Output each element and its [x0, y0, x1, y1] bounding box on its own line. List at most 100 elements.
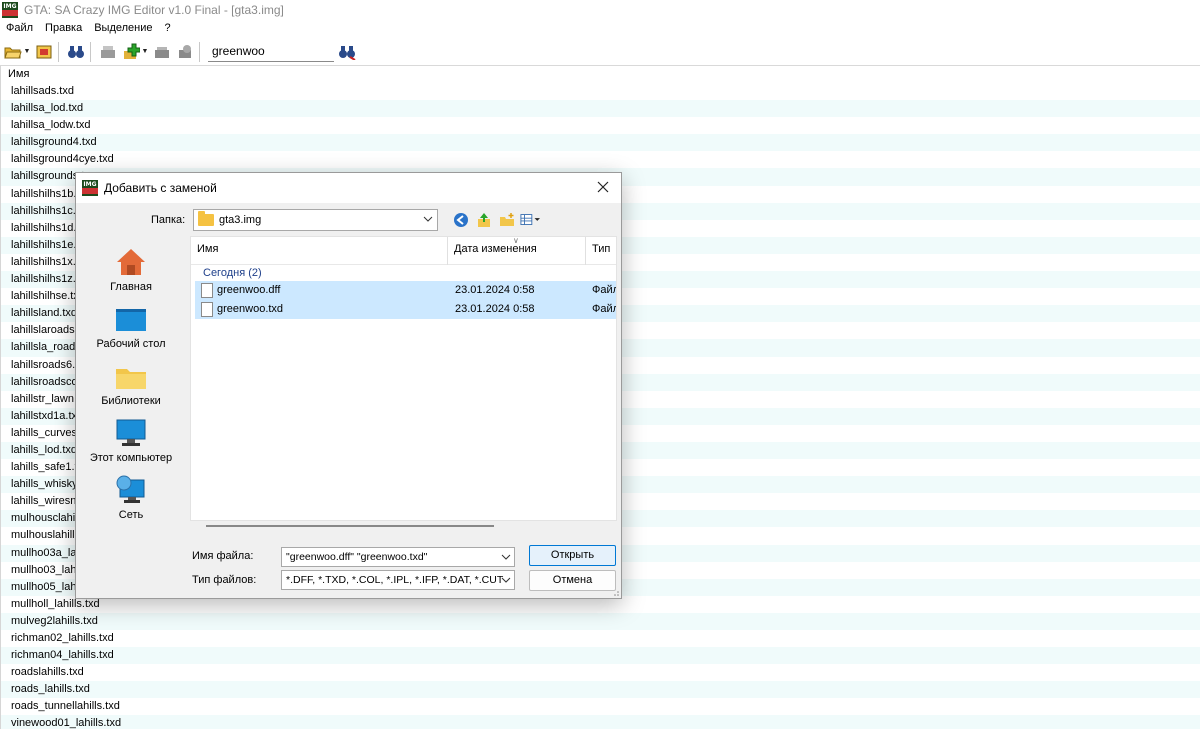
computer-icon: [115, 418, 147, 448]
list-item[interactable]: richman04_lahills.txd: [1, 647, 1200, 665]
back-arrow-icon: [454, 213, 468, 227]
add-plus-icon: [124, 43, 140, 59]
filename-value: "greenwoo.dff" "greenwoo.txd": [286, 551, 428, 563]
menu-edit[interactable]: Правка: [39, 22, 88, 34]
add-dropdown-icon[interactable]: ▼: [141, 48, 149, 55]
place-desktop-label: Рабочий стол: [96, 338, 166, 350]
place-home-label: Главная: [110, 281, 152, 293]
resize-grip-icon[interactable]: [611, 588, 619, 596]
place-libraries-label: Библиотеки: [101, 395, 161, 407]
column-date[interactable]: Дата изменения: [448, 237, 585, 265]
menu-help[interactable]: ?: [159, 22, 177, 34]
libraries-icon: [115, 361, 147, 391]
list-item[interactable]: mulveg2lahills.txd: [1, 612, 1200, 630]
add-replace-dialog: IMG Добавить с заменой Папка: gta3.img Г…: [75, 172, 622, 599]
dialog-title: Добавить с заменой: [104, 181, 217, 195]
up-folder-icon: [478, 213, 490, 227]
view-grid-icon: [520, 214, 540, 225]
list-header-name[interactable]: Имя: [1, 66, 1200, 83]
menu-file[interactable]: Файл: [0, 22, 39, 34]
binoculars-search-icon: [339, 45, 356, 60]
list-item[interactable]: roads_tunnellahills.txd: [1, 698, 1200, 715]
list-item[interactable]: lahillsground4cye.txd: [1, 151, 1200, 168]
home-icon: [115, 247, 147, 277]
dialog-nav-icons: [451, 211, 543, 229]
extract-icon: [101, 45, 115, 58]
filetype-label: Тип файлов:: [192, 574, 257, 586]
place-libraries[interactable]: Библиотеки: [81, 350, 181, 407]
column-type[interactable]: Тип: [586, 237, 616, 265]
column-name[interactable]: Имя: [191, 237, 447, 265]
search-button[interactable]: [337, 42, 357, 62]
cancel-button[interactable]: Отмена: [529, 570, 616, 591]
filetype-combo[interactable]: *.DFF, *.TXD, *.COL, *.IPL, *.IFP, *.DAT…: [281, 570, 515, 590]
toolbar-separator: [199, 41, 200, 62]
open-file-button[interactable]: Открыть: [529, 545, 616, 566]
folder-combo[interactable]: gta3.img: [193, 209, 438, 231]
file-row[interactable]: greenwoo.dff 23.01.2024 0:58 Файл: [195, 281, 616, 300]
open-folder-icon: [4, 47, 22, 58]
list-item[interactable]: lahillsads.txd: [1, 83, 1200, 100]
filename-label: Имя файла:: [192, 550, 254, 562]
filetype-value: *.DFF, *.TXD, *.COL, *.IPL, *.IFP, *.DAT…: [286, 574, 504, 586]
delete-button[interactable]: [175, 42, 195, 62]
view-menu-button[interactable]: [520, 211, 540, 229]
toolbar: ▼ ▼: [0, 38, 1200, 66]
file-name: greenwoo.dff: [217, 284, 281, 296]
find-button[interactable]: [66, 42, 86, 62]
search-input[interactable]: [208, 41, 334, 62]
dialog-file-list[interactable]: Имя ∨ Дата изменения Тип Сегодня (2) gre…: [190, 236, 617, 521]
place-this-pc[interactable]: Этот компьютер: [81, 407, 181, 464]
archive-icon: [36, 45, 52, 58]
new-folder-icon: [500, 213, 514, 226]
archive-button[interactable]: [34, 42, 54, 62]
back-button[interactable]: [451, 211, 471, 229]
binoculars-icon: [68, 45, 84, 58]
file-icon: [201, 283, 213, 298]
delete-icon: [179, 44, 191, 58]
place-desktop[interactable]: Рабочий стол: [81, 293, 181, 350]
file-date: 23.01.2024 0:58: [455, 284, 535, 296]
window-title: GTA: SA Crazy IMG Editor v1.0 Final - [g…: [24, 2, 284, 17]
desktop-icon: [115, 304, 147, 334]
extract-button[interactable]: [98, 42, 118, 62]
list-item[interactable]: lahillsground4.txd: [1, 134, 1200, 152]
file-row[interactable]: greenwoo.txd 23.01.2024 0:58 Файл: [195, 300, 617, 319]
toolbar-separator: [58, 41, 59, 62]
filename-combo[interactable]: "greenwoo.dff" "greenwoo.txd": [281, 547, 515, 567]
place-this-pc-label: Этот компьютер: [89, 452, 173, 464]
folder-label: Папка:: [151, 214, 186, 226]
open-dropdown-icon[interactable]: ▼: [23, 48, 31, 55]
dialog-title-bar: IMG Добавить с заменой: [76, 173, 621, 203]
network-icon: [115, 475, 147, 505]
folder-value: gta3.img: [219, 214, 262, 226]
places-bar: Главная Рабочий стол Библиотеки Этот ком…: [81, 236, 189, 591]
new-folder-button[interactable]: [497, 211, 517, 229]
file-date: 23.01.2024 0:58: [455, 303, 535, 315]
add-button[interactable]: [121, 42, 141, 62]
file-type: Файл: [592, 303, 617, 315]
file-list-header: Имя ∨ Дата изменения Тип: [191, 237, 616, 265]
list-item[interactable]: lahillsa_lod.txd: [1, 100, 1200, 118]
place-network-label: Сеть: [118, 509, 144, 521]
list-item[interactable]: lahillsa_lodw.txd: [1, 117, 1200, 134]
app-icon: IMG: [2, 1, 18, 18]
place-network[interactable]: Сеть: [81, 464, 181, 521]
dialog-close-button[interactable]: [595, 179, 611, 195]
title-bar: IMG GTA: SA Crazy IMG Editor v1.0 Final …: [0, 0, 1200, 19]
list-item[interactable]: vinewood01_lahills.txd: [1, 715, 1200, 729]
menu-selection[interactable]: Выделение: [88, 22, 158, 34]
list-item[interactable]: richman02_lahills.txd: [1, 630, 1200, 647]
replace-button[interactable]: [152, 42, 172, 62]
chevron-down-icon: [501, 554, 511, 560]
horizontal-scrollbar[interactable]: [206, 525, 494, 527]
place-home[interactable]: Главная: [81, 236, 181, 293]
list-item[interactable]: roadslahills.txd: [1, 664, 1200, 681]
open-button[interactable]: [3, 42, 23, 62]
up-folder-button[interactable]: [474, 211, 494, 229]
list-item[interactable]: roads_lahills.txd: [1, 681, 1200, 699]
file-name: greenwoo.txd: [217, 303, 284, 315]
group-header-today[interactable]: Сегодня (2): [203, 265, 262, 281]
close-icon: [597, 181, 609, 193]
replace-icon: [155, 46, 169, 58]
